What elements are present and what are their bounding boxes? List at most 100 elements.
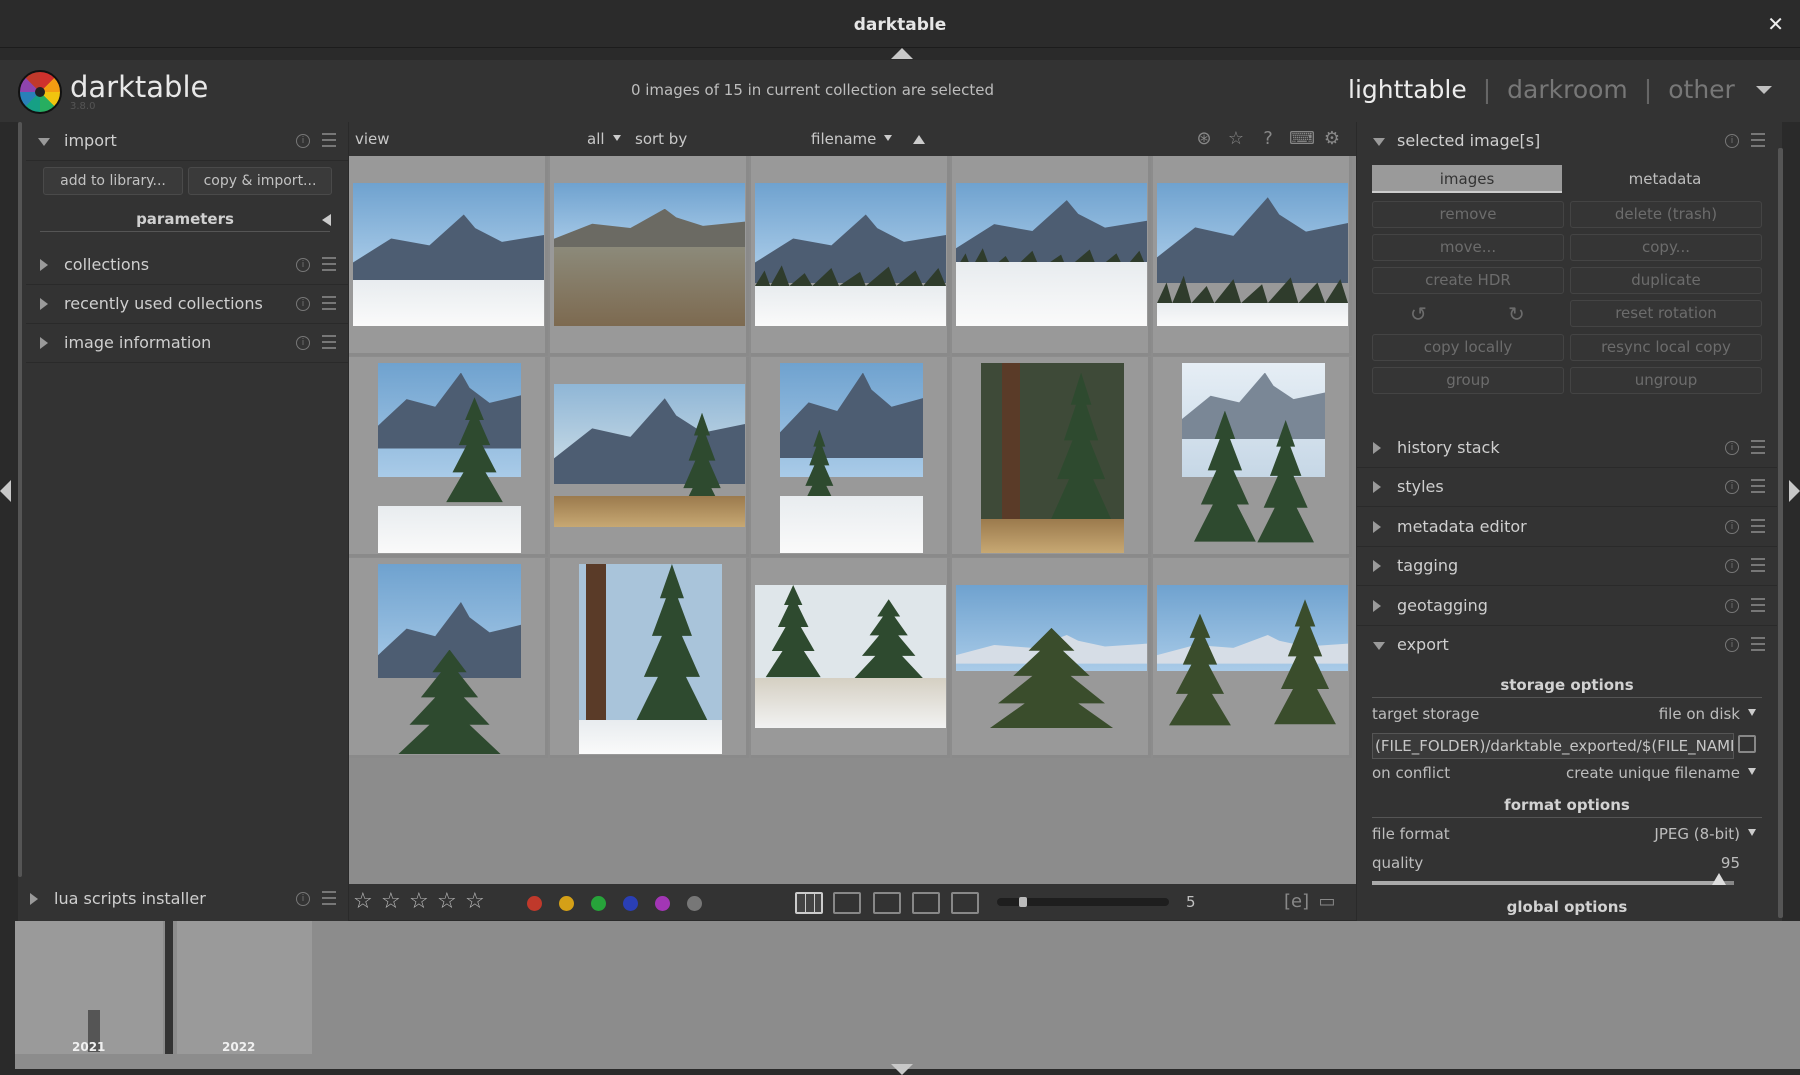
timeline-cursor[interactable]	[165, 921, 173, 1054]
thumbnail-cell[interactable]	[1153, 558, 1352, 758]
blue-label-icon[interactable]	[623, 896, 638, 911]
sort-dropdown[interactable]: filename	[811, 130, 893, 148]
module-history-stack[interactable]: history stack i	[1357, 429, 1777, 468]
copy-locally-button[interactable]: copy locally	[1372, 334, 1564, 361]
presets-menu-icon[interactable]	[322, 891, 336, 905]
presets-menu-icon[interactable]	[322, 335, 336, 349]
thumbnail-cell[interactable]	[550, 558, 749, 758]
reset-rotation-button[interactable]: reset rotation	[1570, 300, 1762, 327]
info-icon[interactable]: i	[296, 336, 310, 350]
thumbnail-cell[interactable]	[349, 156, 548, 356]
thumbnail-image[interactable]	[956, 585, 1147, 728]
collapse-left-panel-icon[interactable]	[0, 480, 11, 502]
presets-menu-icon[interactable]	[1751, 479, 1765, 493]
file-format-dropdown[interactable]: file format JPEG (8-bit)	[1372, 825, 1762, 847]
preferences-gear-icon[interactable]: ⚙	[1321, 128, 1343, 150]
zoom-entry[interactable]: 5	[1186, 893, 1196, 911]
thumbnail-image[interactable]	[1157, 183, 1348, 326]
thumbnail-cell[interactable]	[751, 558, 950, 758]
display-profile-icon[interactable]: ▭	[1316, 891, 1338, 913]
presets-menu-icon[interactable]	[1751, 133, 1765, 147]
collapse-right-panel-icon[interactable]	[1789, 480, 1800, 502]
thumbnail-image[interactable]	[780, 363, 923, 553]
thumbnail-cell[interactable]	[1153, 156, 1352, 356]
thumbnail-cell[interactable]	[1153, 357, 1352, 557]
info-icon[interactable]: i	[1725, 559, 1739, 573]
thumbnail-image[interactable]	[956, 183, 1147, 326]
color-labels-icon[interactable]: ⊛	[1193, 128, 1215, 150]
thumbnail-image[interactable]	[378, 564, 521, 754]
rotate-ccw-icon[interactable]: ↺	[1410, 302, 1427, 326]
remove-button[interactable]: remove	[1372, 201, 1564, 228]
thumbnail-cell[interactable]	[550, 357, 749, 557]
close-icon[interactable]: ✕	[1767, 12, 1784, 36]
presets-menu-icon[interactable]	[322, 133, 336, 147]
delete-trash-button[interactable]: delete (trash)	[1570, 201, 1762, 228]
focus-peaking-icon[interactable]: [e]	[1284, 891, 1309, 913]
thumbnail-image[interactable]	[755, 183, 946, 326]
duplicate-button[interactable]: duplicate	[1570, 267, 1762, 294]
gray-label-icon[interactable]	[687, 896, 702, 911]
star-3-icon[interactable]: ☆	[409, 889, 429, 914]
tab-images[interactable]: images	[1372, 165, 1562, 193]
presets-menu-icon[interactable]	[1751, 598, 1765, 612]
rotate-cw-icon[interactable]: ↻	[1508, 302, 1525, 326]
move-button[interactable]: move...	[1372, 234, 1564, 261]
preview-layout-icon[interactable]	[951, 892, 979, 914]
thumbnail-cell[interactable]	[952, 558, 1151, 758]
quality-slider-knob[interactable]	[1712, 873, 1726, 885]
module-image-information[interactable]: image information i	[26, 324, 348, 363]
parameters-section[interactable]: parameters	[40, 206, 330, 232]
target-storage-dropdown[interactable]: target storage file on disk	[1372, 705, 1762, 727]
info-icon[interactable]: i	[1725, 480, 1739, 494]
copy-button[interactable]: copy...	[1570, 234, 1762, 261]
timeline-year-2022[interactable]: 2022	[177, 921, 312, 1054]
thumbnail-cell[interactable]	[550, 156, 749, 356]
collapse-top-panel-icon[interactable]	[891, 48, 913, 59]
zoomable-layout-icon[interactable]	[833, 892, 861, 914]
filter-dropdown[interactable]: all	[587, 130, 621, 148]
view-lighttable[interactable]: lighttable	[1348, 75, 1467, 104]
views-dropdown-icon[interactable]	[1756, 86, 1772, 94]
folder-icon[interactable]	[1738, 735, 1756, 753]
yellow-label-icon[interactable]	[559, 896, 574, 911]
thumbnail-cell[interactable]	[751, 156, 950, 356]
info-icon[interactable]: i	[1725, 520, 1739, 534]
help-icon[interactable]: ?	[1257, 128, 1279, 150]
presets-menu-icon[interactable]	[1751, 440, 1765, 454]
info-icon[interactable]: i	[296, 297, 310, 311]
thumbnail-image[interactable]	[353, 183, 544, 326]
info-icon[interactable]: i	[1725, 441, 1739, 455]
create-hdr-button[interactable]: create HDR	[1372, 267, 1564, 294]
thumbnail-cell[interactable]	[349, 558, 548, 758]
thumbnail-image[interactable]	[755, 585, 946, 728]
right-panel-scrollbar[interactable]	[1778, 148, 1783, 918]
star-4-icon[interactable]: ☆	[437, 889, 457, 914]
quality-slider-row[interactable]: quality 95	[1372, 854, 1762, 876]
info-icon[interactable]: i	[1725, 638, 1739, 652]
info-icon[interactable]: i	[296, 134, 310, 148]
module-geotagging[interactable]: geotagging i	[1357, 587, 1777, 626]
module-styles[interactable]: styles i	[1357, 468, 1777, 507]
quality-slider[interactable]	[1372, 881, 1734, 885]
presets-menu-icon[interactable]	[1751, 558, 1765, 572]
culling-dynamic-icon[interactable]	[912, 892, 940, 914]
keyboard-shortcuts-icon[interactable]: ⌨	[1289, 128, 1315, 150]
sort-order-icon[interactable]	[913, 135, 925, 144]
info-icon[interactable]: i	[1725, 599, 1739, 613]
module-lua-scripts-installer[interactable]: lua scripts installer i	[18, 880, 348, 919]
thumbnail-image[interactable]	[1182, 363, 1325, 553]
module-export-header[interactable]: export i	[1357, 626, 1777, 665]
module-tagging[interactable]: tagging i	[1357, 547, 1777, 586]
red-label-icon[interactable]	[527, 896, 542, 911]
thumbnail-cell[interactable]	[952, 156, 1151, 356]
presets-menu-icon[interactable]	[322, 257, 336, 271]
filemanager-layout-icon[interactable]	[795, 892, 823, 914]
left-panel-scrollbar[interactable]	[18, 122, 22, 877]
info-icon[interactable]: i	[1725, 134, 1739, 148]
lighttable-grid[interactable]	[349, 156, 1356, 884]
timeline-year-2021[interactable]: 2021	[15, 921, 163, 1054]
view-other[interactable]: other	[1668, 75, 1735, 104]
presets-menu-icon[interactable]	[1751, 519, 1765, 533]
module-metadata-editor[interactable]: metadata editor i	[1357, 508, 1777, 547]
